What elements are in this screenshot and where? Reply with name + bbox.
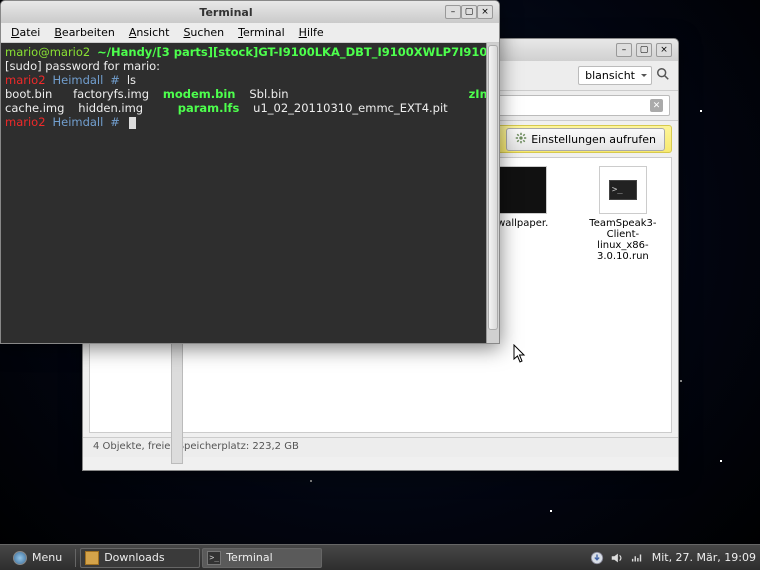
menu-bearbeiten[interactable]: Bearbeiten <box>48 25 120 40</box>
clear-path-icon[interactable]: ✕ <box>650 99 663 112</box>
sudo-prompt: [sudo] password for mario: <box>5 59 160 73</box>
root-loc: Heimdall <box>52 73 103 87</box>
terminal-menubar: Datei Bearbeiten Ansicht Suchen Terminal… <box>1 23 499 43</box>
taskbar-task-downloads[interactable]: Downloads <box>80 548 200 568</box>
clock-text: Mit, 27. Mär, 19:09 <box>652 551 756 564</box>
volume-icon[interactable] <box>610 551 624 565</box>
system-tray <box>584 551 650 565</box>
file-icon[interactable]: TeamSpeak3-Client-linux_x86-3.0.10.run <box>583 166 663 424</box>
prompt-userhost: mario@mario2 <box>5 45 90 59</box>
terminal-icon: >_ <box>207 551 221 565</box>
view-mode-label: blansicht <box>585 69 635 82</box>
menu-ansicht[interactable]: Ansicht <box>123 25 176 40</box>
menu-label: Menu <box>32 551 62 564</box>
file-label: TeamSpeak3-Client-linux_x86-3.0.10.run <box>583 218 663 262</box>
root-user: mario2 <box>5 73 46 87</box>
wallpaper-thumbnail <box>499 166 547 214</box>
menu-terminal[interactable]: Terminal <box>232 25 291 40</box>
prompt-path: ~/Handy/[3 parts][stock]GT-I9100LKA_DBT_… <box>97 45 499 59</box>
update-icon[interactable] <box>590 551 604 565</box>
menu-icon <box>13 551 27 565</box>
panel-clock[interactable]: Mit, 27. Mär, 19:09 <box>652 551 756 564</box>
folder-icon <box>85 551 99 565</box>
settings-button-label: Einstellungen aufrufen <box>531 133 656 146</box>
search-icon[interactable] <box>656 67 670 85</box>
minimize-button[interactable]: – <box>616 43 632 57</box>
menu-suchen[interactable]: Suchen <box>177 25 230 40</box>
task-label: Downloads <box>104 551 164 564</box>
terminal-window[interactable]: Terminal – ▢ × Datei Bearbeiten Ansicht … <box>0 0 500 344</box>
scrollbar-thumb[interactable] <box>488 45 498 330</box>
terminal-body[interactable]: mario@mario2 ~/Handy/[3 parts][stock]GT-… <box>1 43 499 343</box>
panel-separator <box>75 549 76 567</box>
taskbar-task-terminal[interactable]: >_ Terminal <box>202 548 322 568</box>
taskbar[interactable]: Menu Downloads >_ Terminal Mit, 27. Mär,… <box>0 544 760 570</box>
close-button[interactable]: × <box>477 5 493 19</box>
terminal-cursor <box>129 117 136 129</box>
network-icon[interactable] <box>630 551 644 565</box>
task-label: Terminal <box>226 551 273 564</box>
terminal-scrollbar[interactable] <box>486 43 499 343</box>
terminal-command: ls <box>127 73 136 87</box>
app-thumbnail <box>599 166 647 214</box>
minimize-button[interactable]: – <box>445 5 461 19</box>
menu-hilfe[interactable]: Hilfe <box>293 25 330 40</box>
menu-datei[interactable]: Datei <box>5 25 46 40</box>
close-button[interactable]: × <box>656 43 672 57</box>
terminal-title: Terminal <box>7 6 445 19</box>
maximize-button[interactable]: ▢ <box>461 5 477 19</box>
main-menu-button[interactable]: Menu <box>4 548 71 568</box>
settings-button[interactable]: Einstellungen aufrufen <box>506 128 665 151</box>
status-text: 4 Objekte, freier Speicherplatz: 223,2 G… <box>93 441 299 452</box>
view-mode-select[interactable]: blansicht <box>578 66 652 85</box>
maximize-button[interactable]: ▢ <box>636 43 652 57</box>
gear-icon <box>515 132 527 147</box>
terminal-titlebar[interactable]: Terminal – ▢ × <box>1 1 499 23</box>
